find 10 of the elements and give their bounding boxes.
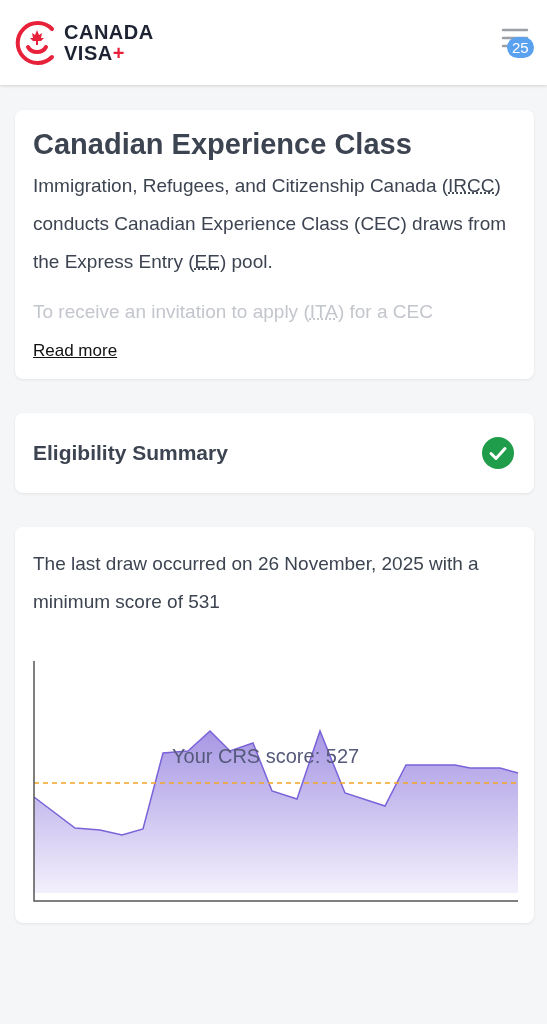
draw-summary: The last draw occurred on 26 November, 2025 with a minimum score of 531 [33, 552, 480, 614]
section-title: Eligibility Summary [33, 441, 228, 465]
description-paragraph: Immigration, Refugees, and Citizenship Canada (IRCC) conducts Canadian Experience Class (CEC) draws from the Express Entry (EE) pool. [33, 174, 508, 274]
faded-paragraph: To receive an invitation to apply (ITA) for a CEC [33, 300, 434, 324]
eligibility-card[interactable]: Eligibility Summary [15, 413, 534, 493]
read-more-link[interactable]: Read more [33, 341, 118, 361]
logo-text: CANADA [64, 21, 154, 43]
logo-text: VISA+ [64, 42, 126, 64]
card-title: Canadian Experience Class [33, 128, 413, 161]
notification-badge: 25 [507, 37, 534, 58]
